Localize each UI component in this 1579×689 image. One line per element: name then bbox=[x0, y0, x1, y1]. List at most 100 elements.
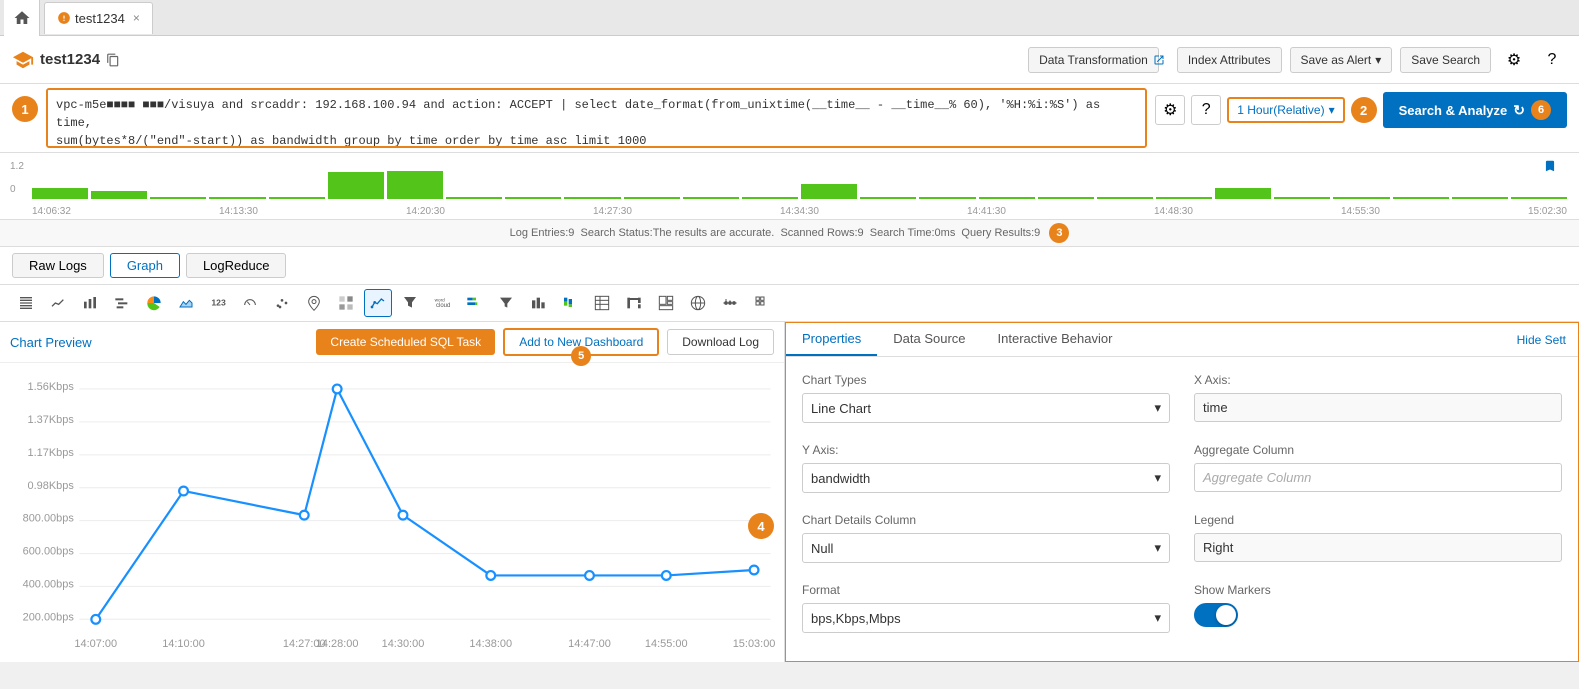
funnel-icon-btn[interactable] bbox=[396, 289, 424, 317]
area-chart-icon-btn[interactable] bbox=[172, 289, 200, 317]
table2-icon-btn[interactable] bbox=[588, 289, 616, 317]
data-transformation-btn[interactable]: Data Transformation bbox=[1028, 47, 1159, 73]
chart-area: Chart Preview Create Scheduled SQL Task … bbox=[0, 322, 785, 662]
agg-col-label: Aggregate Column bbox=[1194, 443, 1562, 457]
query-settings-btn[interactable]: ⚙ bbox=[1155, 95, 1185, 125]
chart-type-value: Line Chart bbox=[811, 401, 871, 416]
time-range-selector[interactable]: 1 Hour(Relative) ▾ bbox=[1227, 97, 1344, 123]
create-scheduled-btn[interactable]: Create Scheduled SQL Task bbox=[316, 329, 495, 355]
gantt-icon-btn[interactable] bbox=[108, 289, 136, 317]
line-chart-icon-btn[interactable] bbox=[44, 289, 72, 317]
agg-col: Aggregate Column Aggregate Column bbox=[1194, 443, 1562, 493]
split-bar-icon-btn[interactable] bbox=[460, 289, 488, 317]
home-tab[interactable] bbox=[4, 0, 40, 36]
tabs-row: Raw Logs Graph LogReduce bbox=[0, 247, 1579, 285]
line-chart-active-btn[interactable] bbox=[364, 289, 392, 317]
histogram-section: 1.2 0 bbox=[0, 153, 1579, 220]
badge-4: 4 bbox=[748, 513, 774, 539]
hist-time-3: 14:20:30 bbox=[406, 206, 445, 217]
graph-tab[interactable]: Graph bbox=[110, 253, 180, 278]
tab-close[interactable]: × bbox=[133, 11, 140, 25]
hist-bar bbox=[387, 171, 443, 200]
raw-logs-tab[interactable]: Raw Logs bbox=[12, 253, 104, 278]
svg-text:800.00bps: 800.00bps bbox=[23, 513, 75, 525]
chevron-down-icon: ▾ bbox=[1154, 540, 1161, 556]
show-markers-toggle[interactable] bbox=[1194, 603, 1238, 627]
log-reduce-tab[interactable]: LogReduce bbox=[186, 253, 287, 278]
help-btn[interactable]: ? bbox=[1537, 45, 1567, 75]
chart-type-select[interactable]: Line Chart ▾ bbox=[802, 393, 1170, 423]
timeline-icon-btn[interactable] bbox=[716, 289, 744, 317]
y-axis-select[interactable]: bandwidth ▾ bbox=[802, 463, 1170, 493]
svg-text:600.00bps: 600.00bps bbox=[23, 546, 75, 558]
map-icon-btn[interactable] bbox=[300, 289, 328, 317]
svg-text:14:47:00: 14:47:00 bbox=[568, 638, 611, 650]
top-toolbar: test1234 Data Transformation Index Attri… bbox=[0, 36, 1579, 84]
save-as-alert-btn[interactable]: Save as Alert ▾ bbox=[1290, 47, 1393, 73]
chart-actions-bar: Chart Preview Create Scheduled SQL Task … bbox=[0, 322, 784, 363]
scatter-icon-btn[interactable] bbox=[268, 289, 296, 317]
format-select[interactable]: bps,Kbps,Mbps ▾ bbox=[802, 603, 1170, 633]
hist-bar bbox=[446, 197, 502, 199]
heatmap-icon-btn[interactable] bbox=[332, 289, 360, 317]
histogram-bars bbox=[32, 161, 1567, 199]
gauge-icon-btn[interactable] bbox=[236, 289, 264, 317]
download-log-btn[interactable]: Download Log bbox=[667, 329, 774, 355]
hist-time-2: 14:13:30 bbox=[219, 206, 258, 217]
table-icon-btn[interactable] bbox=[12, 289, 40, 317]
hist-time-8: 14:55:30 bbox=[1341, 206, 1380, 217]
chevron-down-icon: ▾ bbox=[1154, 610, 1161, 626]
show-markers-col: Show Markers bbox=[1194, 583, 1562, 633]
sankey-icon-btn[interactable] bbox=[620, 289, 648, 317]
hist-time-7: 14:48:30 bbox=[1154, 206, 1193, 217]
tab-properties[interactable]: Properties bbox=[786, 323, 877, 356]
chart-details-label: Chart Details Column bbox=[802, 513, 1170, 527]
copy-icon[interactable] bbox=[106, 53, 120, 67]
search-analyze-btn[interactable]: Search & Analyze ↻ 6 bbox=[1383, 92, 1567, 128]
svg-text:word: word bbox=[435, 298, 446, 303]
geo-icon-btn[interactable] bbox=[684, 289, 712, 317]
hist-bar bbox=[564, 197, 620, 199]
agg-col-input[interactable]: Aggregate Column bbox=[1194, 463, 1562, 492]
chevron-down-icon: ▾ bbox=[1154, 470, 1161, 486]
number-icon-btn[interactable]: 123 bbox=[204, 289, 232, 317]
chart-details-select[interactable]: Null ▾ bbox=[802, 533, 1170, 563]
tab-title: test1234 bbox=[75, 11, 125, 26]
toggle-knob bbox=[1216, 605, 1236, 625]
rect-treemap-btn[interactable] bbox=[652, 289, 680, 317]
stacked-bar-icon-btn[interactable] bbox=[556, 289, 584, 317]
tab-data-source[interactable]: Data Source bbox=[877, 323, 981, 356]
x-axis-value: time bbox=[1194, 393, 1562, 422]
histogram-x-axis: 14:06:32 14:13:30 14:20:30 14:27:30 14:3… bbox=[32, 206, 1567, 217]
bar-chart-icon-btn[interactable] bbox=[76, 289, 104, 317]
query-input[interactable]: vpc-m5e■■■■ ■■■/visuya and srcaddr: 192.… bbox=[46, 88, 1147, 148]
bookmark-icon[interactable] bbox=[1543, 159, 1557, 176]
hist-bar bbox=[801, 184, 857, 199]
word-cloud-btn[interactable]: wordcloud bbox=[428, 289, 456, 317]
x-axis-label: X Axis: bbox=[1194, 373, 1562, 387]
main-content: Chart Preview Create Scheduled SQL Task … bbox=[0, 322, 1579, 662]
query-help-btn[interactable]: ? bbox=[1191, 95, 1221, 125]
props-row-2: Y Axis: bandwidth ▾ Aggregate Column Agg… bbox=[802, 443, 1562, 493]
hist-bar bbox=[1215, 188, 1271, 199]
props-row-4: Format bps,Kbps,Mbps ▾ Show Markers bbox=[802, 583, 1562, 633]
hist-bar bbox=[209, 197, 265, 199]
index-attributes-btn[interactable]: Index Attributes bbox=[1177, 47, 1282, 73]
badge-2: 2 bbox=[1351, 97, 1377, 123]
main-tab[interactable]: test1234 × bbox=[44, 2, 153, 34]
x-axis-col: X Axis: time bbox=[1194, 373, 1562, 423]
pie-chart-icon-btn[interactable] bbox=[140, 289, 168, 317]
tab-interactive-behavior[interactable]: Interactive Behavior bbox=[982, 323, 1129, 356]
matrix-icon-btn[interactable] bbox=[748, 289, 776, 317]
column-chart-icon-btn[interactable] bbox=[524, 289, 552, 317]
save-search-btn[interactable]: Save Search bbox=[1400, 47, 1491, 73]
svg-text:14:30:00: 14:30:00 bbox=[382, 638, 425, 650]
svg-text:1.56Kbps: 1.56Kbps bbox=[27, 381, 74, 393]
svg-text:400.00bps: 400.00bps bbox=[23, 579, 75, 591]
hide-settings-btn[interactable]: Hide Sett bbox=[1505, 323, 1578, 356]
filter-icon-btn[interactable] bbox=[492, 289, 520, 317]
props-row-3: Chart Details Column Null ▾ Legend Right bbox=[802, 513, 1562, 563]
hist-time-4: 14:27:30 bbox=[593, 206, 632, 217]
hist-bar bbox=[32, 188, 88, 199]
settings-btn[interactable]: ⚙ bbox=[1499, 45, 1529, 75]
